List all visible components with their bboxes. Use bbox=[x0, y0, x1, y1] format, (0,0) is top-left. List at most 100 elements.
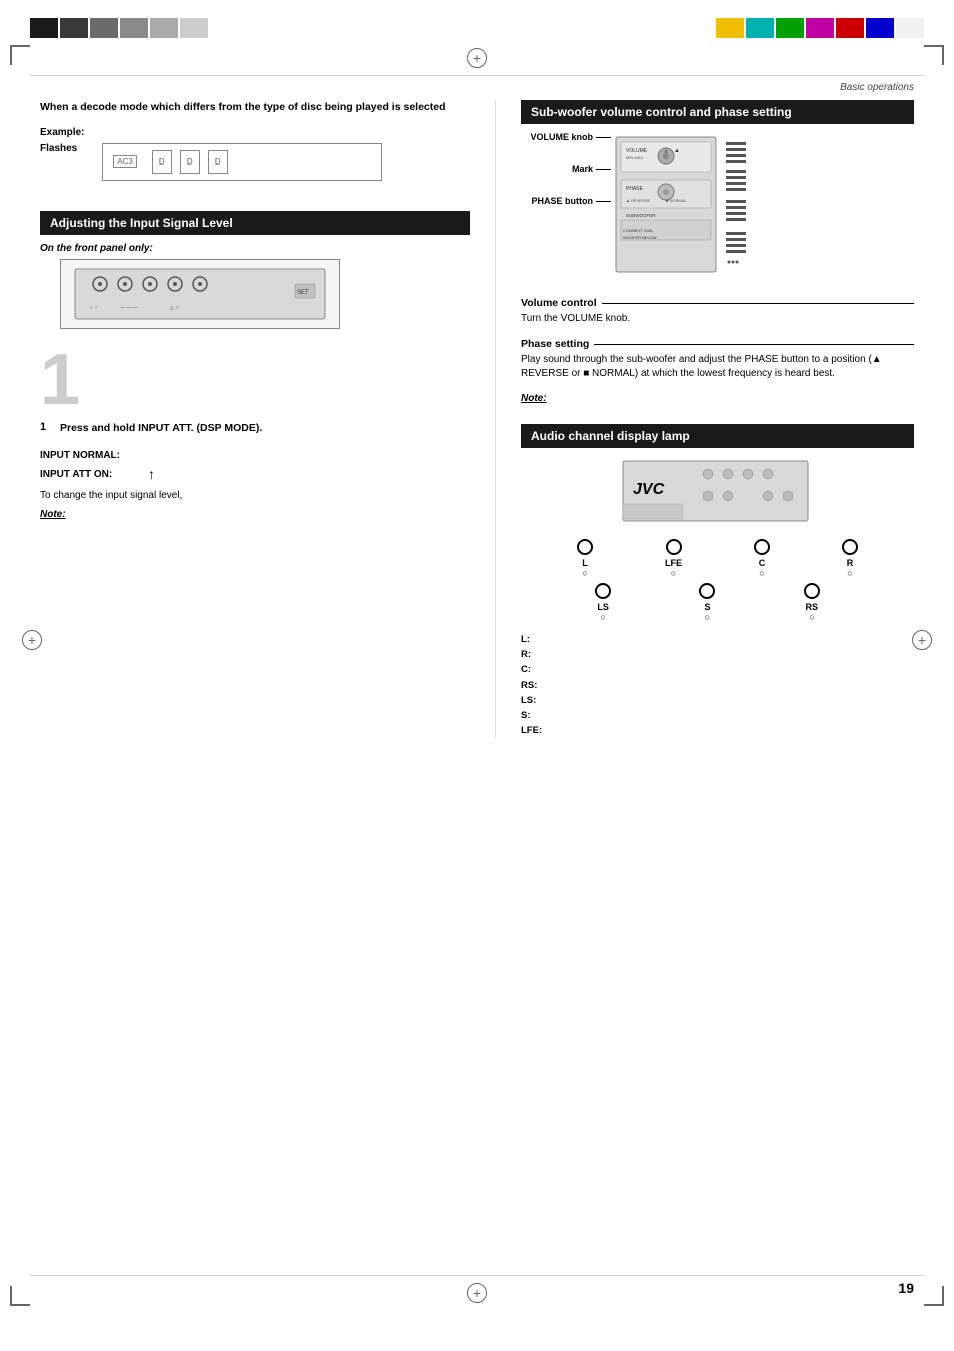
step-text: Press and hold INPUT ATT. (DSP MODE). bbox=[60, 421, 262, 436]
corner-mark-bl bbox=[10, 1286, 30, 1306]
main-content: When a decode mode which differs from th… bbox=[40, 100, 914, 1291]
channel-desc-LS: LS: bbox=[521, 693, 914, 708]
channel-L-label: L○ bbox=[582, 558, 588, 578]
disc-icon-3: D̲ bbox=[208, 150, 228, 174]
channel-S-circle bbox=[699, 583, 715, 599]
channel-desc-C: C: bbox=[521, 662, 914, 677]
audio-channel-header: Audio channel display lamp bbox=[521, 424, 914, 448]
color-bar-right bbox=[716, 18, 924, 38]
input-normal-label: INPUT NORMAL: bbox=[40, 450, 140, 461]
channel-S: S○ bbox=[699, 583, 715, 622]
corner-mark-tl bbox=[10, 45, 30, 65]
channel-desc-R: R: bbox=[521, 647, 914, 662]
svg-text:WOOFER BELOW: WOOFER BELOW bbox=[623, 235, 657, 240]
device-illustration: ○ ○ — — — △ ○ SET bbox=[60, 259, 340, 329]
change-input-text: To change the input signal level, bbox=[40, 490, 470, 501]
corner-mark-tr bbox=[924, 45, 944, 65]
svg-text:△ ○: △ ○ bbox=[170, 305, 178, 311]
subwoofer-section-header: Sub-woofer volume control and phase sett… bbox=[521, 100, 914, 124]
corner-mark-br bbox=[924, 1286, 944, 1306]
channel-RS-label: RS○ bbox=[806, 602, 819, 622]
vc-header: Volume control bbox=[521, 297, 914, 309]
channel-L-circle bbox=[577, 539, 593, 555]
channel-LS: LS○ bbox=[595, 583, 611, 622]
channel-S-label: S○ bbox=[704, 602, 710, 622]
right-target bbox=[912, 630, 932, 650]
svg-text:CONNECT SUB-: CONNECT SUB- bbox=[623, 228, 654, 233]
two-column-layout: When a decode mode which differs from th… bbox=[40, 100, 914, 738]
svg-text:SUBWOOFER: SUBWOOFER bbox=[626, 213, 656, 218]
channel-LFE-circle bbox=[666, 539, 682, 555]
input-att-label: INPUT ATT ON: bbox=[40, 469, 140, 480]
pointer-line-2 bbox=[596, 169, 611, 170]
channel-C: C○ bbox=[754, 539, 770, 578]
flashes-box: AC3 D̲ D̲ D̲ bbox=[102, 143, 382, 181]
volume-knob-pointer: VOLUME knob bbox=[521, 132, 611, 142]
phase-button-label: PHASE button bbox=[521, 196, 593, 206]
volume-control-section: Volume control Turn the VOLUME knob. bbox=[521, 297, 914, 326]
adjusting-section-header: Adjusting the Input Signal Level bbox=[40, 211, 470, 235]
channel-desc-L: L: bbox=[521, 632, 914, 647]
input-labels: INPUT NORMAL: INPUT ATT ON: ↑ bbox=[40, 450, 470, 482]
channel-desc-LFE: LFE: bbox=[521, 723, 914, 738]
color-bar-left bbox=[30, 18, 208, 38]
disc-icon-1: D̲ bbox=[152, 150, 172, 174]
vc-desc: Turn the VOLUME knob. bbox=[521, 312, 914, 326]
note-section: Note: bbox=[40, 509, 470, 520]
channel-R-circle bbox=[842, 539, 858, 555]
subwoofer-svg: VOLUME MIN MAX ▲ PHASE ▲ REVERSE ■ NORMA… bbox=[611, 132, 781, 282]
step-instruction: 1 Press and hold INPUT ATT. (DSP MODE). bbox=[40, 421, 470, 436]
jvc-device-svg: JVC bbox=[618, 456, 818, 531]
disc-icon-2: D̲ bbox=[180, 150, 200, 174]
disc-icons: D̲ D̲ D̲ bbox=[152, 150, 228, 174]
channel-LFE: LFE○ bbox=[665, 539, 682, 578]
svg-text:— — —: — — — bbox=[120, 305, 138, 311]
step-num-label: 1 bbox=[40, 421, 52, 433]
ph-line bbox=[594, 344, 914, 345]
svg-text:▲ REVERSE: ▲ REVERSE bbox=[626, 198, 651, 203]
channel-C-label: C○ bbox=[759, 558, 766, 578]
device-svg: ○ ○ — — — △ ○ SET bbox=[70, 264, 330, 324]
example-label: Example: bbox=[40, 127, 470, 138]
flashes-label: Flashes bbox=[40, 143, 77, 154]
left-target bbox=[22, 630, 42, 650]
svg-text:▲: ▲ bbox=[674, 148, 680, 154]
audio-channel-section: Audio channel display lamp JVC bbox=[521, 424, 914, 738]
mark-pointer: Mark bbox=[521, 164, 611, 174]
right-note-label: Note: bbox=[521, 393, 914, 404]
svg-text:VOLUME: VOLUME bbox=[626, 148, 648, 154]
channel-bottom-row: LS○ S○ RS○ bbox=[521, 583, 914, 622]
channel-L: L○ bbox=[577, 539, 593, 578]
svg-text:PHASE: PHASE bbox=[626, 186, 644, 192]
svg-text:■ NORMAL: ■ NORMAL bbox=[666, 198, 687, 203]
channel-LS-circle bbox=[595, 583, 611, 599]
channel-LS-label: LS○ bbox=[597, 602, 609, 622]
right-note-section: Note: bbox=[521, 393, 914, 404]
small-indicator: AC3 bbox=[113, 155, 137, 168]
vc-title: Volume control bbox=[521, 297, 597, 309]
intro-text: When a decode mode which differs from th… bbox=[40, 100, 470, 115]
input-att-row: INPUT ATT ON: ↑ bbox=[40, 466, 470, 482]
left-column: When a decode mode which differs from th… bbox=[40, 100, 470, 738]
mark-label: Mark bbox=[521, 164, 593, 174]
channel-desc-RS: RS: bbox=[521, 678, 914, 693]
channel-RS-circle bbox=[804, 583, 820, 599]
arrow-up-icon: ↑ bbox=[148, 466, 155, 482]
channel-C-circle bbox=[754, 539, 770, 555]
ph-title: Phase setting bbox=[521, 338, 589, 350]
svg-text:SET: SET bbox=[297, 290, 309, 296]
pointer-line-1 bbox=[596, 137, 611, 138]
ph-header: Phase setting bbox=[521, 338, 914, 350]
svg-text:○ ○: ○ ○ bbox=[90, 305, 97, 311]
channel-R: R○ bbox=[842, 539, 858, 578]
svg-text:MIN MAX: MIN MAX bbox=[626, 155, 643, 160]
column-divider bbox=[495, 100, 496, 738]
subwoofer-diagram-area: VOLUME knob Mark PHASE button bbox=[521, 132, 914, 282]
input-normal-row: INPUT NORMAL: bbox=[40, 450, 470, 461]
front-panel-label: On the front panel only: bbox=[40, 243, 470, 254]
phase-section: Phase setting Play sound through the sub… bbox=[521, 338, 914, 381]
channel-top-row: L○ LFE○ C○ R○ bbox=[521, 539, 914, 578]
pointer-line-3 bbox=[596, 201, 611, 202]
channel-LFE-label: LFE○ bbox=[665, 558, 682, 578]
header-rule bbox=[30, 75, 924, 76]
